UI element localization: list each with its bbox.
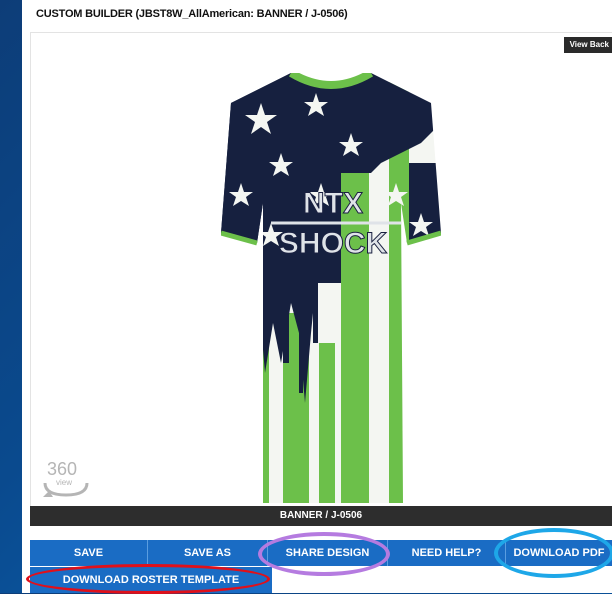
jersey-image: NTX SHOCK	[221, 73, 441, 503]
download-pdf-button[interactable]: DOWNLOAD PDF	[506, 540, 612, 566]
action-bar: SAVE SAVE AS SHARE DESIGN NEED HELP? DOW…	[30, 540, 612, 566]
view-back-button[interactable]: View Back	[563, 37, 612, 53]
page-title: CUSTOM BUILDER (JBST8W_AllAmerican: BANN…	[36, 8, 348, 20]
need-help-button[interactable]: NEED HELP?	[388, 540, 506, 566]
share-design-button[interactable]: SHARE DESIGN	[268, 540, 388, 566]
logo-text-ntx: NTX	[303, 187, 363, 220]
save-button[interactable]: SAVE	[30, 540, 148, 566]
design-preview[interactable]: View Back NTX SHOCK 360 view	[30, 32, 612, 508]
design-caption: BANNER / J-0506	[30, 506, 612, 526]
save-as-button[interactable]: SAVE AS	[148, 540, 268, 566]
logo-text-shock: SHOCK	[279, 227, 388, 260]
download-roster-template-button[interactable]: DOWNLOAD ROSTER TEMPLATE	[30, 567, 272, 593]
360-label: 360	[47, 459, 77, 479]
view-label: view	[56, 478, 72, 487]
builder-panel: CUSTOM BUILDER (JBST8W_AllAmerican: BANN…	[22, 0, 612, 594]
360-view-icon[interactable]: 360 view	[41, 453, 91, 501]
